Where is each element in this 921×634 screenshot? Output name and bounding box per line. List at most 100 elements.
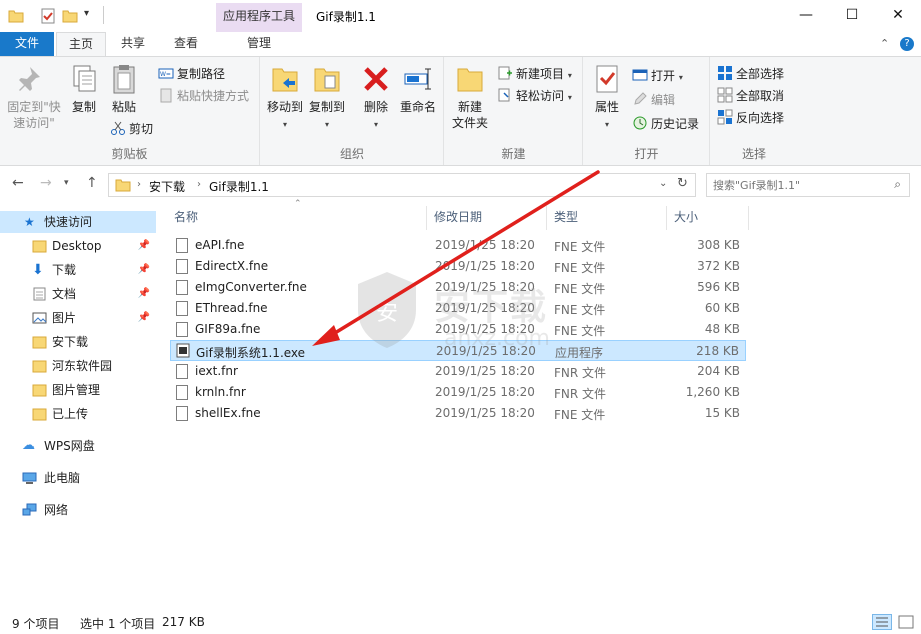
properties-icon[interactable]	[40, 8, 56, 24]
minimize-ribbon-icon[interactable]: ⌃	[880, 37, 889, 50]
file-icon	[176, 364, 188, 379]
breadcrumb-item[interactable]: 安下载	[149, 178, 185, 195]
maximize-button[interactable]: ☐	[829, 0, 875, 30]
tab-share[interactable]: 共享	[108, 32, 158, 56]
new-folder-button[interactable]: 新建 文件夹	[449, 63, 491, 131]
select-all-button[interactable]: 全部选择	[717, 65, 784, 85]
tab-view[interactable]: 查看	[160, 32, 212, 56]
nav-network[interactable]: 网络	[0, 499, 156, 521]
select-all-label: 全部选择	[736, 67, 785, 81]
cloud-icon: ☁	[22, 438, 35, 453]
customize-quick-access-icon[interactable]: ▾	[84, 8, 89, 19]
column-header-date[interactable]: 修改日期	[434, 208, 482, 228]
edit-button[interactable]: 编辑	[632, 91, 675, 111]
invert-selection-button[interactable]: 反向选择	[717, 109, 784, 129]
recent-locations-icon[interactable]: ▾	[64, 178, 69, 188]
search-input[interactable]	[713, 177, 883, 193]
nav-item-documents[interactable]: 文档 📌	[0, 283, 156, 305]
copy-button[interactable]: 复制	[66, 63, 102, 115]
paste-button[interactable]: 粘贴	[106, 63, 142, 115]
file-row[interactable]: eAPI.fne 2019/1/25 18:20 FNE 文件 308 KB	[170, 235, 746, 256]
nav-this-pc[interactable]: 此电脑	[0, 467, 156, 489]
file-date: 2019/1/25 18:20	[435, 406, 535, 420]
nav-wps-drive[interactable]: ☁ WPS网盘	[0, 435, 156, 457]
svg-text:W=: W=	[160, 71, 171, 78]
file-type: FNR 文件	[554, 387, 607, 401]
delete-button[interactable]: 删除 ▾	[359, 63, 393, 133]
tab-home[interactable]: 主页	[56, 32, 106, 57]
column-header-type[interactable]: 类型	[554, 208, 578, 228]
refresh-icon[interactable]: ↻	[677, 176, 688, 191]
tab-manage[interactable]: 管理	[216, 32, 302, 56]
selection-count: 选中 1 个项目	[80, 617, 156, 631]
folder-icon	[32, 384, 47, 397]
help-icon[interactable]: ?	[900, 37, 914, 51]
open-button[interactable]: 打开 ▾	[632, 67, 683, 87]
pin-icon[interactable]: 📌	[138, 259, 150, 281]
paste-shortcut-button[interactable]: 粘贴快捷方式	[158, 87, 249, 107]
nav-quick-access[interactable]: ★ 快速访问	[0, 211, 156, 233]
column-separator[interactable]	[546, 206, 547, 230]
breadcrumb-separator-icon: ›	[137, 179, 141, 190]
search-icon[interactable]: ⌕	[894, 177, 901, 192]
watermark-url: anxz.com	[444, 326, 550, 351]
back-arrow-icon[interactable]: ←	[12, 175, 24, 191]
paste-shortcut-label: 粘贴快捷方式	[177, 89, 250, 103]
new-item-button[interactable]: 新建项目 ▾	[497, 65, 572, 85]
column-separator[interactable]	[748, 206, 749, 230]
navigation-pane: ★ 快速访问 Desktop 📌 ⬇ 下载 📌 文档 📌 图片 📌 安下载 河东…	[0, 202, 158, 610]
open-icon	[632, 69, 648, 81]
delete-icon	[364, 67, 388, 91]
nav-item-anxiazai[interactable]: 安下载	[0, 331, 156, 353]
minimize-button[interactable]: —	[783, 0, 829, 30]
scissors-icon	[111, 121, 125, 135]
pin-icon[interactable]: 📌	[138, 307, 150, 329]
move-to-button[interactable]: 移动到 ▾	[265, 63, 305, 133]
file-row[interactable]: shellEx.fne 2019/1/25 18:20 FNE 文件 15 KB	[170, 403, 746, 424]
file-name: EdirectX.fne	[195, 259, 269, 273]
column-header-name[interactable]: 名称	[174, 208, 198, 228]
folder-icon	[115, 179, 131, 192]
nav-item-picture-management[interactable]: 图片管理	[0, 379, 156, 401]
nav-item-pictures[interactable]: 图片 📌	[0, 307, 156, 329]
pin-icon[interactable]: 📌	[138, 283, 150, 305]
clipboard-group-label: 剪贴板	[111, 147, 148, 161]
pin-to-quick-access-button[interactable]: 固定到"快 速访问"	[4, 63, 64, 131]
nav-item-uploaded[interactable]: 已上传	[0, 403, 156, 425]
rename-label: 重命名	[399, 100, 436, 114]
easy-access-icon	[498, 88, 510, 102]
column-separator[interactable]	[426, 206, 427, 230]
tab-file[interactable]: 文件	[0, 32, 54, 56]
new-folder-label: 新建 文件夹	[451, 100, 488, 130]
cut-button[interactable]: 剪切	[110, 120, 153, 140]
file-icon	[176, 280, 188, 295]
history-button[interactable]: 历史记录	[632, 115, 699, 135]
nav-item-downloads[interactable]: ⬇ 下载 📌	[0, 259, 156, 281]
nav-label: 文档	[52, 287, 77, 301]
copy-to-button[interactable]: 复制到 ▾	[307, 63, 347, 133]
column-separator[interactable]	[666, 206, 667, 230]
copy-path-button[interactable]: W= 复制路径	[158, 65, 225, 85]
properties-button[interactable]: 属性 ▾	[590, 63, 624, 133]
column-header-size[interactable]: 大小	[674, 208, 698, 228]
new-folder-icon[interactable]	[62, 8, 78, 24]
details-view-icon[interactable]	[872, 614, 892, 630]
select-none-button[interactable]: 全部取消	[717, 87, 784, 107]
pin-icon[interactable]: 📌	[138, 235, 150, 257]
file-name: krnln.fnr	[195, 385, 246, 399]
large-icons-view-icon[interactable]	[896, 614, 916, 630]
select-none-icon	[717, 87, 733, 103]
nav-item-desktop[interactable]: Desktop 📌	[0, 235, 156, 257]
file-row[interactable]: krnln.fnr 2019/1/25 18:20 FNR 文件 1,260 K…	[170, 382, 746, 403]
easy-access-button[interactable]: 轻松访问 ▾	[497, 87, 572, 107]
address-dropdown-icon[interactable]: ⌄	[659, 178, 667, 189]
breadcrumb-item[interactable]: Gif录制1.1	[209, 178, 269, 195]
nav-label: 快速访问	[44, 215, 93, 229]
rename-button[interactable]: 重命名	[397, 63, 439, 115]
watermark-text: 安下载	[434, 287, 549, 328]
up-arrow-icon[interactable]: ↑	[86, 175, 98, 191]
forward-arrow-icon[interactable]: →	[40, 175, 52, 191]
nav-item-hedong[interactable]: 河东软件园	[0, 355, 156, 377]
close-button[interactable]: ✕	[875, 0, 921, 30]
address-bar[interactable]: › 安下载 › Gif录制1.1 ⌄ ↻	[108, 173, 696, 197]
